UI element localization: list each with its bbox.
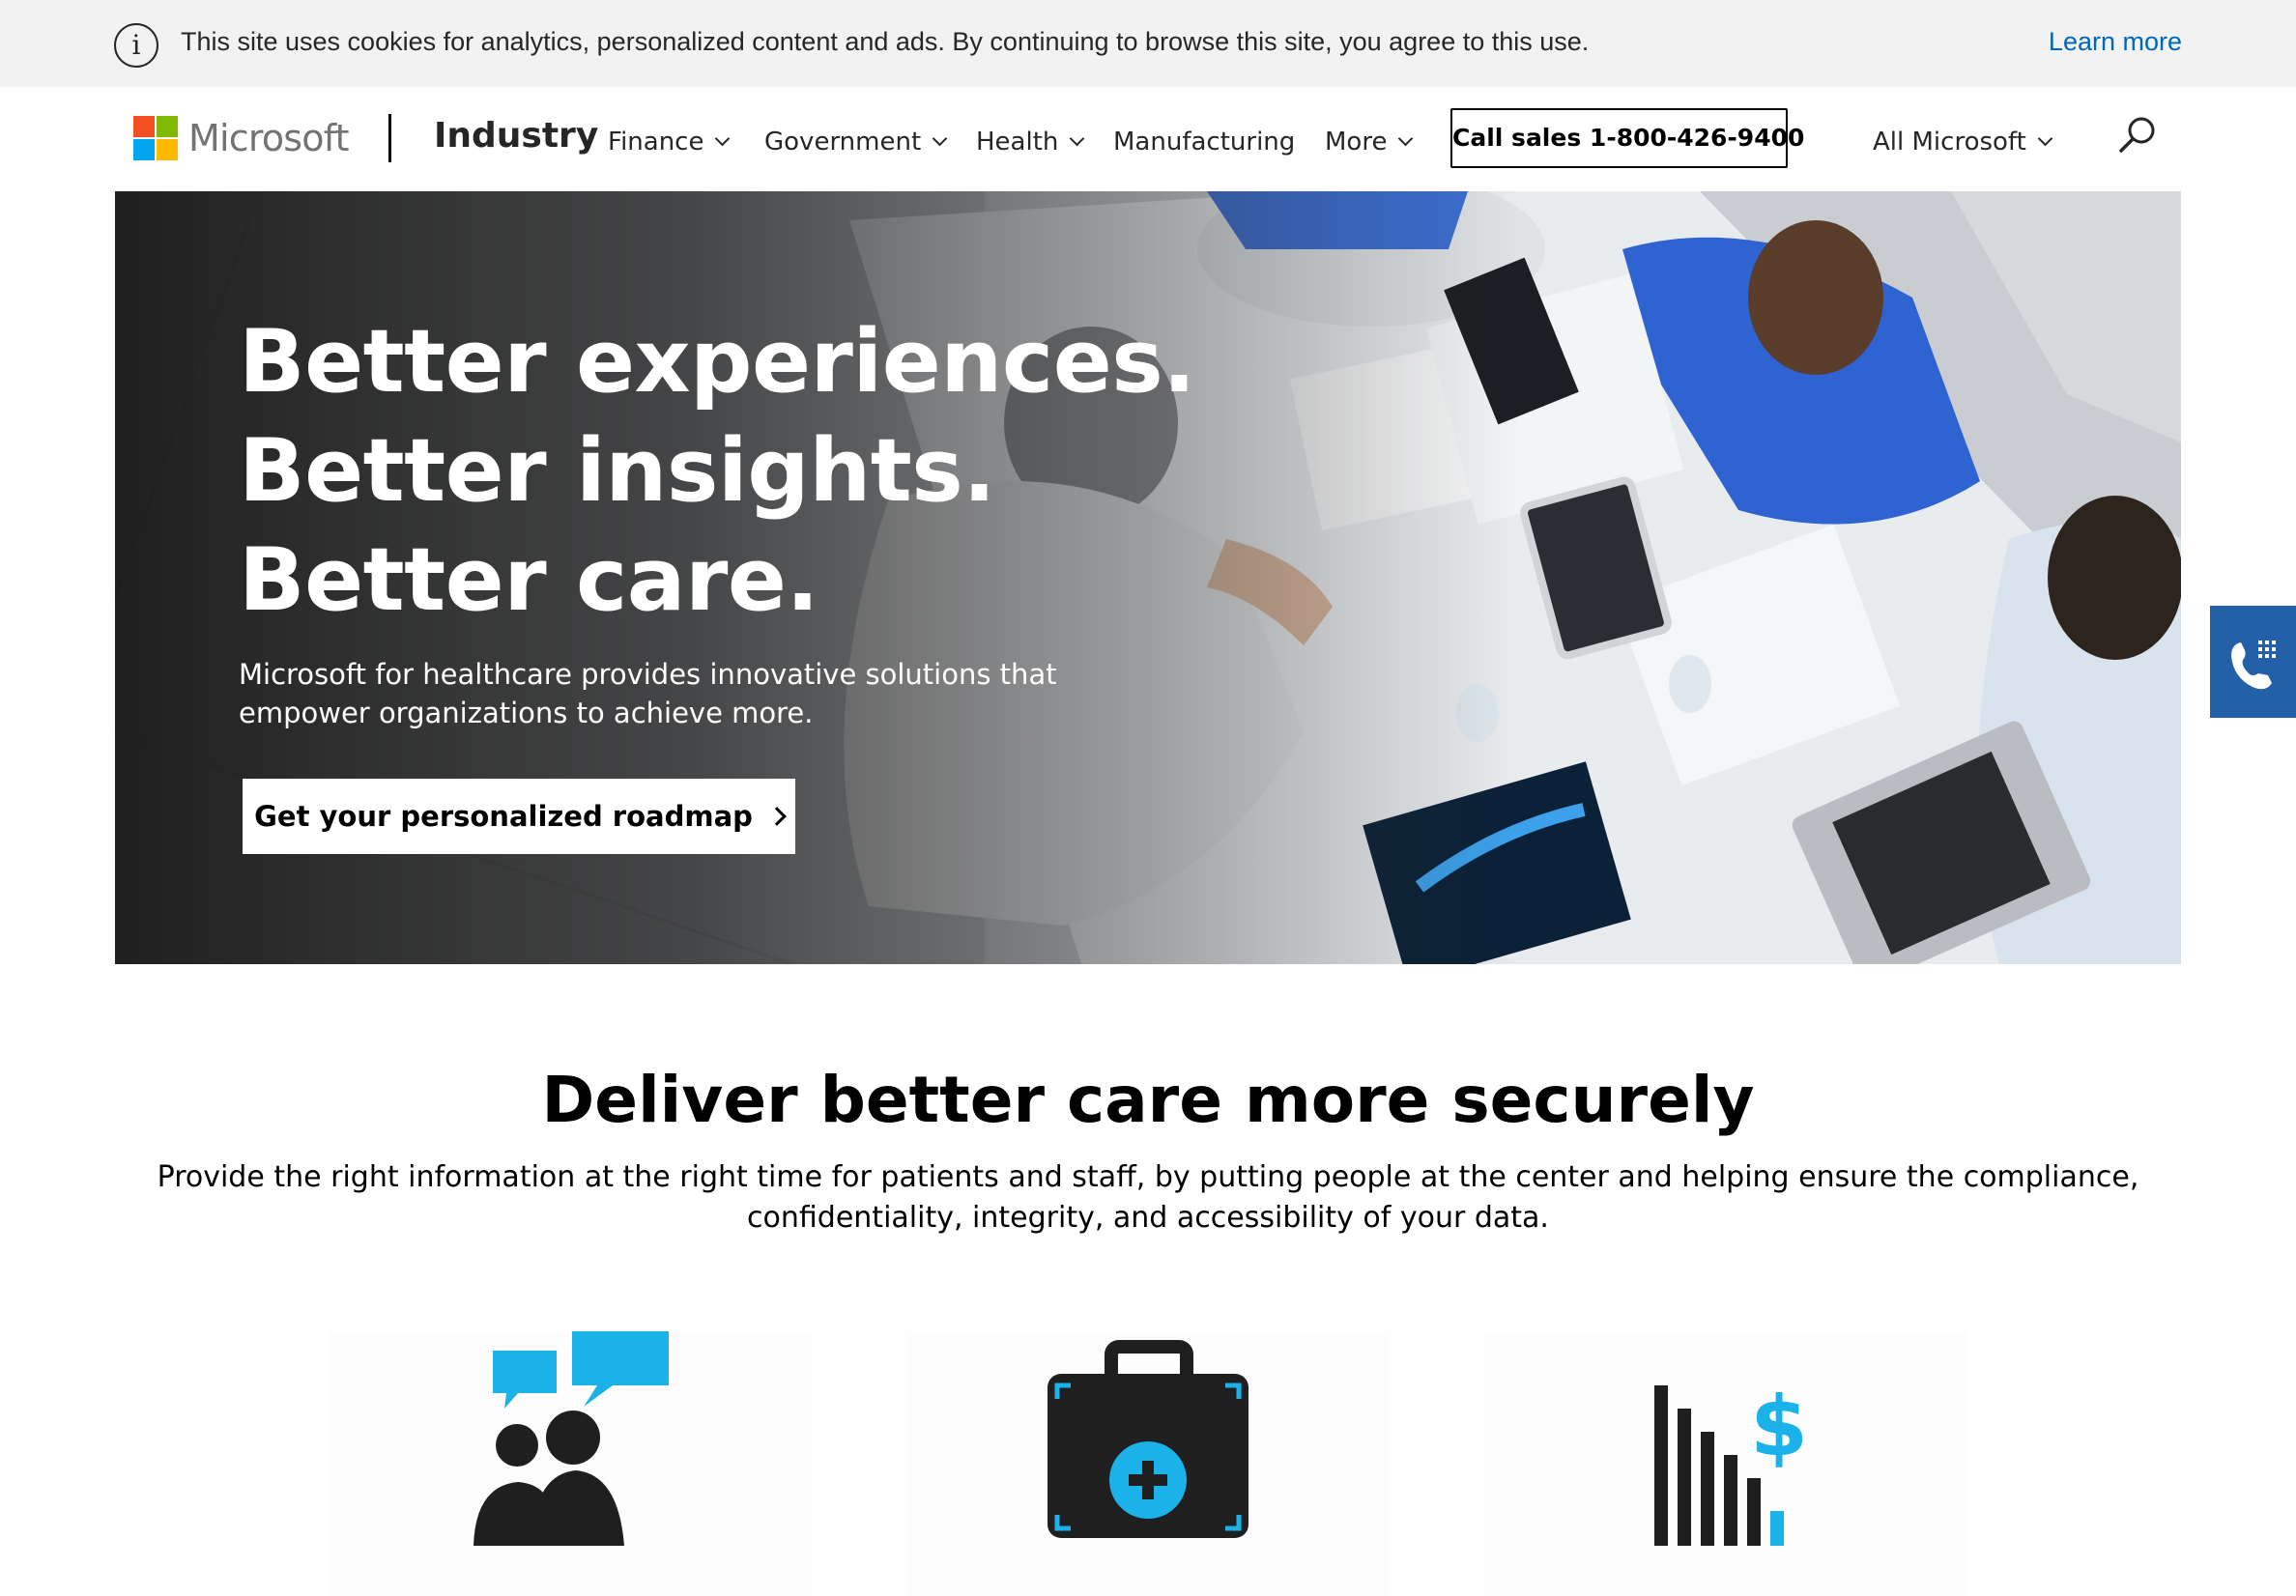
bar-chart-dollar-icon: $ [1654,1379,1808,1546]
all-microsoft-menu[interactable]: All Microsoft [1873,128,2053,157]
chevron-down-icon [715,130,731,146]
nav-label: Health [976,128,1059,157]
microsoft-squares-icon [133,116,178,160]
site-header: Microsoft Industry Finance Government He… [0,87,2296,191]
section-heading: Deliver better care more securely [541,1063,1755,1137]
phone-dialpad-icon [2231,641,2276,690]
brand-name: Microsoft [188,117,350,159]
chevron-right-icon [767,807,787,826]
microsoft-logo[interactable]: Microsoft [133,114,350,162]
section-description: Provide the right information at the rig… [157,1160,2139,1235]
feature-card-medical [906,1331,1390,1596]
nav-health[interactable]: Health [976,128,1085,157]
header-divider [388,114,391,162]
nav-more[interactable]: More [1325,128,1414,157]
hero-title: Better experiences. Better insights. Bet… [239,311,1196,631]
nav-label: Finance [608,128,704,157]
feature-card-people [329,1331,812,1596]
cookie-text: This site uses cookies for analytics, pe… [181,27,1590,56]
feature-card-finance: $ [1484,1331,1967,1596]
nav-finance[interactable]: Finance [608,128,731,157]
cookie-banner: i This site uses cookies for analytics, … [0,0,2296,87]
hero-banner: Better experiences. Better insights. Bet… [115,191,2181,964]
roadmap-button-label: Get your personalized roadmap [254,800,753,833]
chevron-down-icon [1070,130,1085,146]
chevron-down-icon [932,130,948,146]
learn-more-link[interactable]: Learn more [2049,27,2182,57]
chevron-down-icon [1398,130,1414,146]
nav-label: Government [764,128,922,157]
nav-government[interactable]: Government [764,128,948,157]
info-icon: i [114,23,158,68]
nav-label: Manufacturing [1113,128,1296,157]
search-icon[interactable] [2116,114,2159,157]
section-title-industry[interactable]: Industry [434,116,598,156]
all-microsoft-label: All Microsoft [1873,128,2026,157]
people-conversation-icon [474,1331,669,1546]
svg-text:$: $ [1750,1379,1808,1475]
medical-kit-icon [1048,1340,1248,1538]
hero-subtitle: Microsoft for healthcare provides innova… [239,658,1057,729]
call-sales-button[interactable]: Call sales 1-800-426-9400 [1450,108,1804,168]
chevron-down-icon [2037,130,2053,146]
roadmap-button[interactable]: Get your personalized roadmap [243,779,795,854]
nav-manufacturing[interactable]: Manufacturing [1113,128,1295,157]
nav-label: More [1325,128,1388,157]
contact-sales-float-button[interactable] [2210,606,2296,718]
